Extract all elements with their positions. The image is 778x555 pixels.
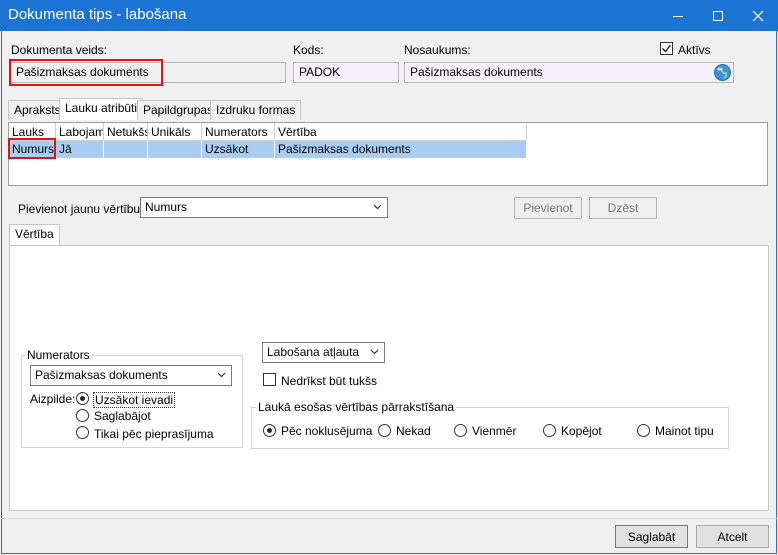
option-mainot-tipu: Mainot tipu	[655, 424, 714, 438]
column-header-labojams[interactable]: Labojams	[56, 123, 104, 141]
radio-mainot-tipu[interactable]	[637, 424, 650, 437]
globe-icon[interactable]	[714, 64, 731, 81]
option-pec-noklusejuma: Pēc noklusējuma	[281, 424, 373, 438]
column-header-numerators[interactable]: Numerators	[202, 123, 275, 141]
title-bar: Dokumenta tips - labošana	[0, 0, 778, 31]
add-value-label: Pievienot jaunu vērtību:	[18, 202, 144, 216]
active-checkbox[interactable]	[660, 42, 673, 55]
code-field[interactable]: PADOK	[293, 62, 399, 83]
cell-vertiba[interactable]: Pašizmaksas dokuments	[275, 141, 527, 158]
option-kopejot: Kopējot	[561, 424, 602, 438]
tab-apraksts[interactable]: Apraksts	[8, 100, 67, 120]
name-value: Pašizmaksas dokuments	[410, 65, 543, 79]
overwrite-group-title: Laukā esošas vērtības pārrakstīšana	[256, 400, 457, 414]
numerator-select[interactable]: Pašizmaksas dokuments	[30, 365, 232, 386]
name-field[interactable]: Pašizmaksas dokuments	[404, 62, 734, 83]
highlight-box-numurs	[8, 138, 56, 159]
numerator-group-title: Numerators	[25, 348, 92, 362]
window-title: Dokumenta tips - labošana	[8, 6, 187, 23]
assign-label: Aizpilde:	[30, 392, 76, 406]
radio-pec-noklusejuma[interactable]	[263, 424, 276, 437]
radio-vienmer[interactable]	[454, 424, 467, 437]
highlight-box-doc-type	[9, 59, 163, 86]
active-label: Aktīvs	[678, 43, 711, 57]
delete-button[interactable]: Dzēst	[589, 197, 657, 219]
cell-unikals[interactable]	[148, 141, 202, 158]
cell-labojams[interactable]: Jā	[56, 141, 104, 158]
tab-papildgrupas[interactable]: Papildgrupas	[137, 100, 220, 120]
doc-type-label: Dokumenta veids:	[11, 43, 108, 57]
maximize-icon[interactable]	[698, 0, 738, 31]
numerator-selected: Pašizmaksas dokuments	[35, 368, 168, 382]
save-button[interactable]: Saglabāt	[615, 525, 688, 548]
name-label: Nosaukums:	[404, 43, 471, 57]
close-icon[interactable]	[738, 0, 778, 31]
option-uzsakot-ievadi: Uzsākot ievadi	[93, 392, 176, 408]
cancel-button[interactable]: Atcelt	[696, 525, 769, 548]
cell-netukss[interactable]	[104, 141, 148, 158]
radio-kopejot[interactable]	[543, 424, 556, 437]
option-tikai-pec-pieprasijuma: Tikai pēc pieprasījuma	[94, 427, 214, 441]
column-header-netukss[interactable]: Netukšs	[104, 123, 148, 141]
cell-numerators[interactable]: Uzsākot	[202, 141, 275, 158]
code-label: Kods:	[293, 43, 324, 57]
chevron-down-icon	[373, 204, 382, 210]
chevron-down-icon	[217, 372, 226, 378]
radio-tikai-pec-pieprasijuma[interactable]	[76, 426, 89, 439]
fields-grid[interactable]: Lauks Labojams Netukšs Unikāls Numerator…	[8, 122, 768, 186]
option-vienmer: Vienmēr	[472, 424, 517, 438]
radio-uzsakot-ievadi[interactable]	[76, 392, 89, 405]
edit-permission-select[interactable]: Labošana atļauta	[262, 342, 385, 363]
option-saglabajot: Saglabājot	[94, 409, 151, 423]
column-header-vertiba[interactable]: Vērtība	[275, 123, 527, 141]
edit-permission-selected: Labošana atļauta	[267, 345, 360, 359]
add-value-selected: Numurs	[145, 200, 188, 214]
add-value-select[interactable]: Numurs	[140, 197, 388, 218]
not-empty-label: Nedrīkst būt tukšs	[281, 374, 378, 388]
tab-izdruku-formas[interactable]: Izdruku formas	[210, 100, 302, 120]
tab-lauku-atributi[interactable]: Lauku atribūti	[59, 98, 144, 120]
option-nekad: Nekad	[396, 424, 431, 438]
tab-vertiba[interactable]: Vērtība	[9, 224, 60, 246]
column-header-unikals[interactable]: Unikāls	[148, 123, 202, 141]
minimize-icon[interactable]	[658, 0, 698, 31]
radio-nekad[interactable]	[378, 424, 391, 437]
add-button[interactable]: Pievienot	[514, 197, 582, 219]
chevron-down-icon	[370, 349, 379, 355]
not-empty-checkbox[interactable]	[263, 373, 276, 386]
footer-divider	[1, 518, 777, 519]
radio-saglabajot[interactable]	[76, 409, 89, 422]
